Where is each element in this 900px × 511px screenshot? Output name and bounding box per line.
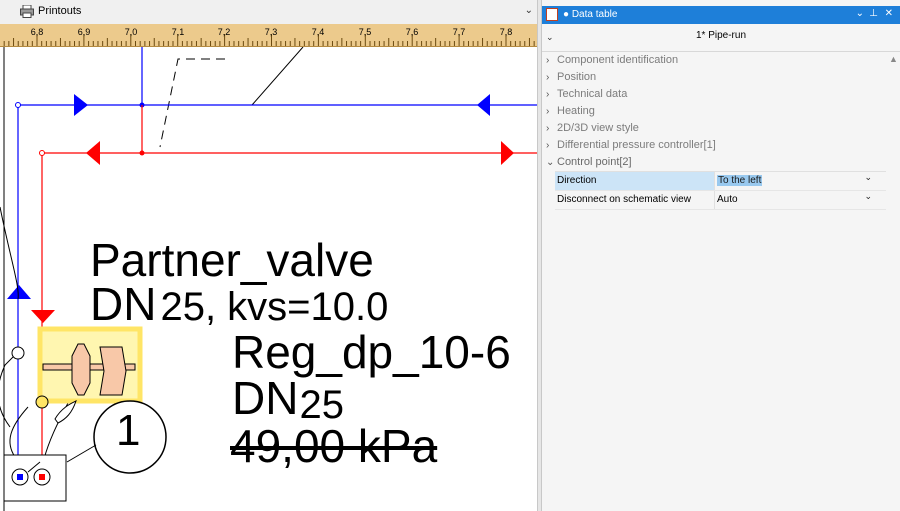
valve-name-label: Partner_valve [90,234,374,286]
tag-icon [54,400,77,424]
category-component-identification[interactable]: › Component identification [542,52,886,69]
ruler-tick: 7,8 [499,27,513,37]
ruler-tick: 7,6 [405,27,419,37]
leader-line [159,58,225,148]
return-corner-node [39,150,45,156]
schematic-canvas[interactable]: Partner_valve DN 25, kvs=10.0 Reg_dp_10-6… [0,47,537,511]
chevron-down-icon: ⌄ [546,157,555,168]
supply-arrow-left-icon [477,94,490,116]
chevron-down-icon[interactable]: ⌄ [525,5,533,16]
ruler-tick: 7,2 [217,27,231,37]
category-label: Technical data [557,88,628,100]
pipe-run-header[interactable]: ⌄ 1* Pipe-run [542,25,900,52]
ruler-tick: 6,8 [30,27,44,37]
pressure-label: 49,00 kPa [230,420,438,472]
printouts-header[interactable]: Printouts ⌄ [0,0,537,25]
category-label: Heating [557,105,595,117]
printouts-title: Printouts [38,5,82,17]
pin-icon[interactable]: ⊥ [869,8,878,19]
supply-corner-node [15,102,21,108]
category-technical-data[interactable]: › Technical data [542,86,886,103]
chevron-right-icon: › [546,123,550,134]
category-view-style[interactable]: › 2D/3D view style [542,120,886,137]
category-label: Differential pressure controller[1] [557,139,716,151]
regulator-dn-label: DN25 [232,372,344,425]
vertical-scrollbar[interactable]: ▲ [886,52,900,511]
property-value-dropdown[interactable]: To the left [714,172,886,190]
data-table-title-bar[interactable]: ● Data table ⌄ ⊥ ✕ [542,6,900,24]
printer-icon [20,5,34,18]
category-label: Position [557,71,597,83]
return-node [139,150,145,156]
valve-dn-label: DN 25, kvs=10.0 [90,281,388,327]
printouts-panel: Printouts ⌄ 6,8 6,9 7,0 7,1 7,2 7,3 7,4 … [0,0,537,511]
property-key: Direction [555,172,715,190]
category-label: 2D/3D view style [557,122,639,134]
data-table-title: ● Data table [563,9,618,20]
scroll-up-icon[interactable]: ▲ [889,54,898,64]
return-arrow-right-icon [501,141,514,165]
ruler-tick: 7,3 [264,27,278,37]
chevron-down-icon[interactable]: ⌄ [856,8,864,19]
leader-line [251,47,304,106]
curve-line [0,206,19,300]
data-table-panel: ● Data table ⌄ ⊥ ✕ ⌄ 1* Pipe-run › Compon… [542,0,900,511]
category-position[interactable]: › Position [542,69,886,86]
regulator-name-label: Reg_dp_10-6 [232,326,511,378]
curve-line [0,351,19,428]
data-table-title-text: Data table [571,9,618,20]
valve-dn-prefix: DN [90,278,157,330]
ruler-tick: 6,9 [77,27,91,37]
chevron-right-icon: › [546,72,550,83]
return-sensor-node [35,395,49,409]
property-value: Auto [717,194,738,205]
property-row-direction[interactable]: Direction To the left ⌄ [555,172,886,191]
valve-dn-value: 25, kvs=10.0 [160,285,389,329]
ruler-tick: 7,4 [311,27,325,37]
chevron-down-icon[interactable]: ⌄ [864,172,872,183]
chevron-right-icon: › [546,55,550,66]
category-label: Control point[2] [557,156,632,168]
curve-line [9,406,29,458]
valve-body-icon [71,343,91,396]
category-control-point[interactable]: ⌄ Control point[2] [542,154,886,171]
supply-connector [17,474,23,480]
return-arrow-down-icon [31,310,55,323]
chevron-down-icon[interactable]: ⌄ [864,191,872,202]
regulator-dn-prefix: DN [232,372,299,424]
close-icon[interactable]: ✕ [885,8,893,19]
property-row-disconnect[interactable]: Disconnect on schematic view Auto ⌄ [555,191,886,210]
return-arrow-left-icon [86,141,100,165]
chevron-right-icon: › [546,106,550,117]
property-grid: Direction To the left ⌄ Disconnect on sc… [555,171,886,210]
chevron-right-icon: › [546,140,550,151]
ruler-tick: 7,1 [171,27,185,37]
ruler-tick: 7,5 [358,27,372,37]
pipe-run-title: 1* Pipe-run [695,30,747,41]
supply-sensor-node [11,346,25,360]
ruler-tick: 7,0 [124,27,138,37]
category-dp-controller[interactable]: › Differential pressure controller[1] [542,137,886,154]
chevron-right-icon: › [546,89,550,100]
property-value-dropdown[interactable]: Auto [714,191,886,209]
supply-arrow-up-icon [7,285,31,299]
category-heating[interactable]: › Heating [542,103,886,120]
reference-number: 1 [116,406,141,455]
category-tree: › Component identification › Position › Tec… [542,52,886,171]
property-value: To the left [717,175,763,186]
ruler-tick: 7,7 [452,27,466,37]
supply-arrow-right-icon [74,94,88,116]
data-table-icon [546,8,558,21]
leader-line [66,444,97,463]
category-label: Component identification [557,54,679,66]
ruler: 6,8 6,9 7,0 7,1 7,2 7,3 7,4 7,5 7,6 7,7 … [0,24,537,47]
property-key: Disconnect on schematic view [557,194,691,205]
regulator-body-icon [99,346,127,396]
return-connector [39,474,45,480]
